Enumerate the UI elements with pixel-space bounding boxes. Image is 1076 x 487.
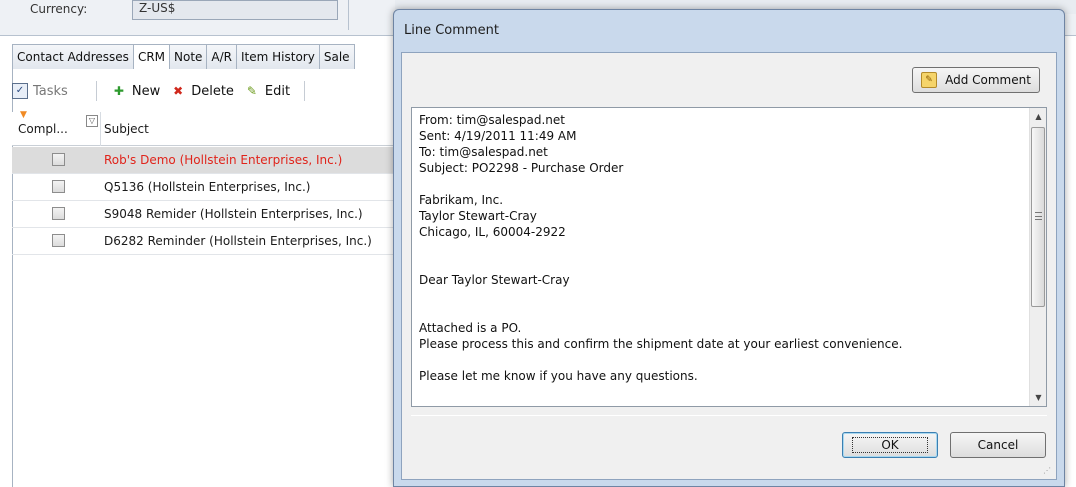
comment-line	[419, 352, 1019, 368]
sort-indicator-icon: ▼	[20, 110, 27, 120]
tab-note[interactable]: Note	[169, 44, 208, 69]
toolbar-separator	[95, 81, 97, 101]
grid-header: ▼ Compl... ▽ Subject	[12, 110, 398, 146]
cancel-label: Cancel	[977, 438, 1019, 452]
completed-checkbox[interactable]	[52, 234, 65, 247]
comment-line: Chicago, IL, 60004-2922	[419, 225, 566, 239]
tab-ar[interactable]: A/R	[206, 44, 238, 69]
comment-icon: ✎	[921, 72, 938, 88]
tab-crm[interactable]: CRM	[132, 44, 171, 70]
tasks-icon: ✓	[12, 83, 28, 99]
cancel-button[interactable]: Cancel	[950, 432, 1046, 458]
completed-checkbox[interactable]	[52, 180, 65, 193]
ok-button[interactable]: OK	[842, 432, 938, 458]
table-row[interactable]: S9048 Remider (Hollstein Enterprises, In…	[12, 201, 398, 228]
resize-grip-icon[interactable]: ⋰	[1043, 466, 1053, 476]
comment-line: Taylor Stewart-Cray	[419, 209, 537, 223]
tab-contact-addresses[interactable]: Contact Addresses	[12, 44, 134, 69]
comment-line: Attached is a PO.	[419, 321, 522, 335]
comment-line: Sent: 4/19/2011 11:49 AM	[419, 129, 577, 143]
pencil-icon: ✎	[246, 84, 257, 98]
comment-line: Subject: PO2298 - Purchase Order	[419, 161, 624, 175]
edit-button[interactable]: ✎ Edit	[244, 83, 290, 99]
column-divider	[100, 112, 101, 146]
comment-line	[419, 256, 1019, 272]
comment-line: Please let me know if you have any quest…	[419, 369, 698, 383]
column-header-completed[interactable]: Compl...	[18, 122, 68, 136]
comment-textbox[interactable]: From: tim@salespad.net Sent: 4/19/2011 11…	[411, 107, 1047, 407]
tab-strip: Contact Addresses CRM Note A/R Item Hist…	[12, 44, 355, 70]
new-label: New	[131, 83, 161, 99]
tab-sales[interactable]: Sale	[318, 44, 355, 69]
delete-icon: ✖	[173, 84, 184, 98]
tab-item-history[interactable]: Item History	[236, 44, 320, 69]
header-divider	[348, 0, 349, 30]
comment-line	[419, 288, 1019, 304]
new-button[interactable]: ✚ New	[111, 83, 160, 99]
comment-line	[419, 240, 1019, 256]
comment-line: Fabrikam, Inc.	[419, 193, 504, 207]
table-row[interactable]: D6282 Reminder (Hollstein Enterprises, I…	[12, 228, 398, 255]
comment-line: From: tim@salespad.net	[419, 113, 565, 127]
delete-label: Delete	[191, 83, 234, 99]
completed-checkbox[interactable]	[52, 153, 65, 166]
comment-line: Please process this and confirm the ship…	[419, 337, 903, 351]
comment-line: Dear Taylor Stewart-Cray	[419, 273, 570, 287]
row-subject: D6282 Reminder (Hollstein Enterprises, I…	[104, 234, 372, 248]
scroll-thumb[interactable]	[1031, 127, 1045, 307]
tasks-button[interactable]: ✓ Tasks	[12, 83, 68, 99]
dialog-separator	[411, 415, 1047, 416]
toolbar-separator-2	[304, 81, 306, 101]
dialog-content: ✎ Add Comment From: tim@salespad.net Sent…	[401, 52, 1057, 480]
scroll-down-icon[interactable]: ▼	[1030, 389, 1047, 406]
table-row[interactable]: Rob's Demo (Hollstein Enterprises, Inc.)	[12, 147, 398, 174]
vertical-scrollbar[interactable]: ▲ ▼	[1029, 108, 1046, 406]
filter-icon[interactable]: ▽	[86, 115, 98, 127]
currency-label: Currency:	[30, 2, 88, 16]
grip-icon	[1035, 212, 1042, 220]
comment-line: To: tim@salespad.net	[419, 145, 548, 159]
plus-icon: ✚	[113, 84, 124, 98]
completed-checkbox[interactable]	[52, 207, 65, 220]
scroll-up-icon[interactable]: ▲	[1030, 108, 1047, 125]
ok-label: OK	[852, 437, 928, 453]
row-subject: S9048 Remider (Hollstein Enterprises, In…	[104, 207, 363, 221]
comment-line	[419, 176, 1019, 192]
edit-label: Edit	[264, 83, 291, 99]
tasks-label: Tasks	[33, 83, 68, 99]
row-subject: Rob's Demo (Hollstein Enterprises, Inc.)	[104, 153, 343, 167]
column-header-subject[interactable]: Subject	[104, 122, 149, 136]
table-row[interactable]: Q5136 (Hollstein Enterprises, Inc.)	[12, 174, 398, 201]
add-comment-button[interactable]: ✎ Add Comment	[912, 67, 1040, 93]
currency-field[interactable]: Z-US$	[132, 0, 338, 20]
add-comment-label: Add Comment	[945, 73, 1031, 87]
crm-toolbar: ✓ Tasks ✚ New ✖ Delete ✎ Edit	[12, 76, 398, 106]
row-subject: Q5136 (Hollstein Enterprises, Inc.)	[104, 180, 311, 194]
line-comment-dialog: Line Comment ✎ Add Comment From: tim@sal…	[393, 9, 1065, 487]
comment-line	[419, 304, 1019, 320]
delete-button[interactable]: ✖ Delete	[170, 83, 234, 99]
comment-text: From: tim@salespad.net Sent: 4/19/2011 11…	[419, 112, 1019, 384]
dialog-title: Line Comment	[404, 23, 499, 38]
